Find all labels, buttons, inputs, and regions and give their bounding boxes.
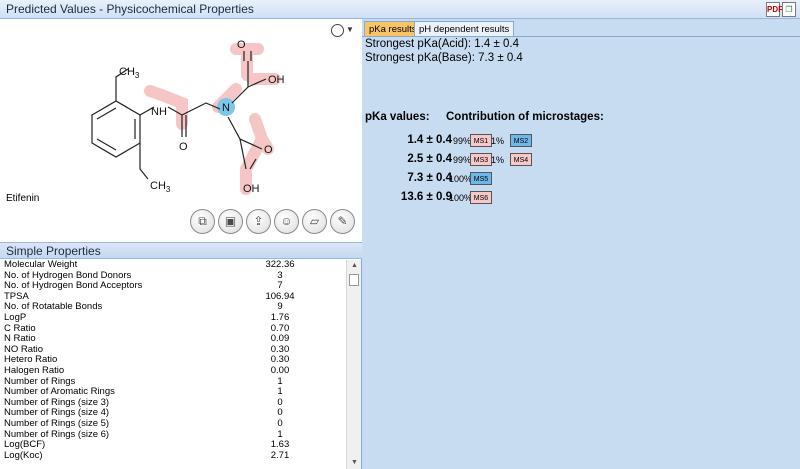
pka-row: 2.5 ± 0.4 99% MS3 1% MS4 [362, 153, 662, 168]
property-name: Molecular Weight [4, 260, 78, 270]
pka-row: 7.3 ± 0.4 100% MS5 [362, 172, 662, 187]
edit-icon[interactable]: ✎ [330, 209, 355, 234]
pka-values-header: pKa values: [365, 111, 430, 123]
microstage-button[interactable]: MS1 [470, 134, 492, 147]
window-titlebar: Predicted Values - Physicochemical Prope… [0, 0, 800, 19]
copy-structure-icon[interactable]: ⧉ [190, 209, 215, 234]
table-row: LogP 1.76 [0, 311, 346, 324]
pka-value: 1.4 ± 0.4 [407, 134, 452, 146]
property-value: 0 [277, 417, 283, 429]
contribution-percent: 1% [491, 136, 505, 146]
property-name: LogP [4, 311, 27, 323]
tab-pka-results[interactable]: pKa results [364, 21, 422, 36]
atom-o-mid: O [179, 141, 188, 153]
contribution-percent: 100% [449, 174, 473, 184]
properties-table: Molecular Weight 322.36 No. of Hydrogen Bo… [0, 260, 346, 469]
table-row: C Ratio 0.70 [0, 323, 346, 335]
table-row: Number of Rings (size 5) 0 [0, 417, 346, 430]
contribution-percent: 1% [491, 155, 505, 165]
atom-oh-bottom: OH [243, 183, 260, 195]
properties-scrollbar[interactable]: ▲ ▼ [346, 260, 361, 469]
section-title: Simple Properties [6, 244, 101, 258]
copy-icon[interactable]: ❐ [782, 2, 796, 17]
atom-ch3-top: CH3 [119, 66, 140, 80]
property-value: 1.76 [270, 311, 290, 323]
atom-ch3-bottom: CH3 [150, 180, 171, 194]
molecule-toolbar: ⧉ ▣ ⇪ ☺ ▱ ✎ [190, 209, 355, 235]
property-value: 322.36 [265, 260, 295, 270]
contribution-percent: 99% [453, 155, 472, 165]
simple-properties-header: Simple Properties [0, 242, 362, 259]
copy-image-icon[interactable]: ▣ [218, 209, 243, 234]
chevron-down-icon[interactable]: ▼ [346, 25, 354, 34]
results-tabs: pKa results pH dependent results [362, 21, 800, 37]
property-value: 2.71 [270, 449, 290, 461]
table-row: Log(BCF) 1.63 [0, 439, 346, 451]
tab-ph-dependent-results[interactable]: pH dependent results [414, 21, 515, 36]
contribution-percent: 99% [453, 136, 472, 146]
open-icon[interactable]: ▱ [302, 209, 327, 234]
molecule-structure: CH3 NH N O OH O O OH CH3 [91, 39, 285, 195]
microstage-button[interactable]: MS2 [510, 134, 532, 147]
property-name: Number of Rings (size 5) [4, 417, 110, 429]
atom-o-top: O [237, 39, 246, 51]
strongest-acid-pka: Strongest pKa(Acid): 1.4 ± 0.4 [365, 38, 519, 50]
scroll-up-icon[interactable]: ▲ [349, 261, 360, 271]
table-row: Number of Rings (size 6) 1 [0, 429, 346, 441]
scroll-thumb[interactable] [349, 274, 359, 286]
property-value: 0.00 [270, 364, 290, 376]
microstages-header: Contribution of microstages: [446, 111, 604, 123]
table-row: Molecular Weight 322.36 [0, 260, 346, 271]
property-name: Halogen Ratio [4, 364, 65, 376]
compound-name: Etifenin [6, 193, 40, 204]
microstage-button[interactable]: MS4 [510, 153, 532, 166]
table-row: N Ratio 0.09 [0, 334, 346, 345]
view-mode-toggle[interactable] [331, 24, 344, 37]
table-row: Halogen Ratio 0.00 [0, 364, 346, 377]
molecule-viewer: CH3 NH N O OH O O OH CH3 Etifenin ▼ ⧉ ▣ … [0, 19, 362, 242]
results-panel: pKa results pH dependent results Stronge… [362, 19, 800, 469]
pka-row: 1.4 ± 0.4 99% MS1 1% MS2 [362, 134, 662, 149]
left-panel: CH3 NH N O OH O O OH CH3 Etifenin ▼ ⧉ ▣ … [0, 19, 362, 469]
atom-nh: NH [151, 106, 167, 118]
pka-value: 7.3 ± 0.4 [407, 172, 452, 184]
atom-o-bottom: O [264, 144, 273, 156]
microstage-button[interactable]: MS6 [470, 191, 492, 204]
strongest-base-pka: Strongest pKa(Base): 7.3 ± 0.4 [365, 52, 523, 64]
export-icon[interactable]: ⇪ [246, 209, 271, 234]
atom-oh-top: OH [268, 74, 285, 86]
pdf-export-icon[interactable]: PDF [766, 2, 783, 17]
atom-n: N [222, 102, 230, 114]
microstage-button[interactable]: MS3 [470, 153, 492, 166]
table-row: No. of Rotatable Bonds 9 [0, 302, 346, 313]
pka-value: 13.6 ± 0.9 [400, 191, 452, 203]
microstage-button[interactable]: MS5 [470, 172, 492, 185]
pka-value: 2.5 ± 0.4 [407, 153, 452, 165]
contribution-percent: 100% [449, 193, 473, 203]
window-title: Predicted Values - Physicochemical Prope… [6, 2, 254, 16]
scroll-down-icon[interactable]: ▼ [349, 458, 360, 468]
pka-row: 13.6 ± 0.9 100% MS6 [362, 191, 662, 206]
property-name: Log(Koc) [4, 449, 43, 461]
table-row: Log(Koc) 2.71 [0, 449, 346, 462]
smiley-icon[interactable]: ☺ [274, 209, 299, 234]
